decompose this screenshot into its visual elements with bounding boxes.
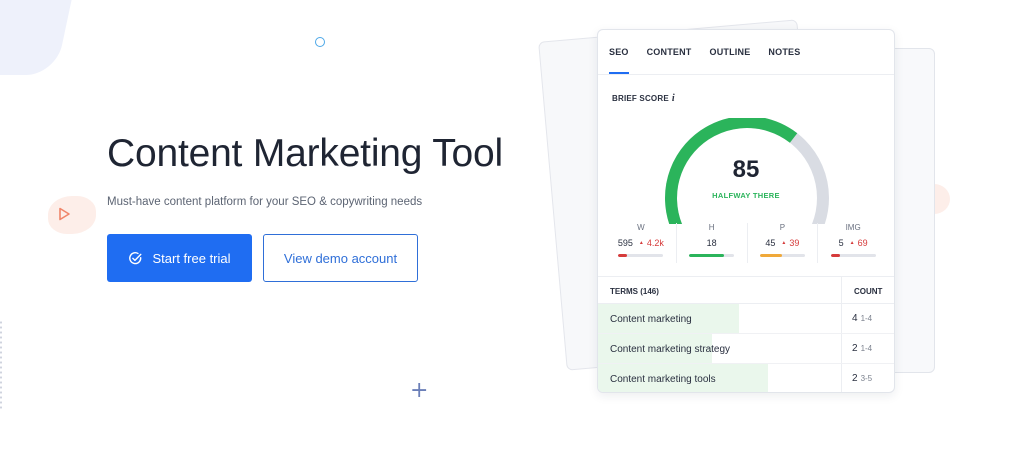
card-tabs: SEO CONTENT OUTLINE NOTES [598,30,894,75]
check-circle-icon [129,251,142,264]
hero-subtitle: Must-have content platform for your SEO … [107,196,423,208]
metric-words: W 595 4.2k [606,223,677,263]
metric-progress-fill [618,254,628,257]
tab-content[interactable]: CONTENT [647,30,692,74]
terms-table-body: Content marketing 4 1-4 Content marketing… [598,304,894,392]
metric-images: IMG 5 69 [818,223,888,263]
term-name: Content marketing [610,314,692,325]
metric-target: 39 [781,238,799,248]
metric-progress-bar [618,254,664,257]
metric-target: 69 [850,238,868,248]
metric-values: 18 [707,238,717,248]
metric-value: 5 [838,238,844,248]
terms-table-header: TERMS (146) COUNT [598,276,894,304]
metrics-row: W 595 4.2k H 18 P 45 39 IMG 5 [606,223,888,263]
term-name: Content marketing tools [610,374,716,385]
term-count-cell: 4 1-4 [841,304,894,333]
view-demo-account-button[interactable]: View demo account [263,234,418,282]
metric-label: IMG [845,223,861,232]
decorative-corner-shape [0,0,85,75]
score-status: HALFWAY THERE [712,191,780,200]
term-count-cell: 2 1-4 [841,334,894,363]
term-range: 1-4 [860,314,873,323]
tab-outline[interactable]: OUTLINE [710,30,751,74]
term-count: 2 [852,373,858,384]
metric-progress-fill [759,254,783,257]
count-column-header[interactable]: COUNT [841,277,894,303]
brief-score-value: 85 [732,156,760,183]
decorative-dots [0,320,2,410]
play-icon [59,207,70,221]
metric-progress-fill [830,254,840,257]
metric-target: 4.2k [639,238,664,248]
term-count-cell: 2 3-5 [841,364,894,392]
info-icon[interactable]: i [672,93,675,104]
metric-progress-bar [689,254,735,257]
tab-seo[interactable]: SEO [609,30,629,74]
term-count: 4 [852,313,858,324]
hero-title: Content Marketing Tool [107,132,503,175]
brief-score-label: BRIEF SCORE i [612,93,675,104]
metric-paragraphs: P 45 39 [748,223,819,263]
metric-values: 5 69 [839,238,868,248]
metric-progress-fill [689,254,725,257]
start-free-trial-button[interactable]: Start free trial [107,234,252,282]
term-name: Content marketing strategy [610,344,731,355]
tab-notes[interactable]: NOTES [768,30,800,74]
metric-value: 18 [706,238,717,248]
metric-value: 45 [765,238,776,248]
metric-progress-bar [759,254,805,257]
decorative-ring [315,37,325,47]
terms-column-header[interactable]: TERMS (146) [610,287,659,296]
decorative-plus-icon: + [410,378,429,403]
metric-label: P [779,223,786,232]
metric-values: 595 4.2k [618,238,664,248]
metric-headings: H 18 [677,223,748,263]
start-free-trial-label: Start free trial [152,250,231,266]
metric-label: H [708,223,715,232]
metric-label: W [637,223,645,232]
term-range: 1-4 [860,344,873,353]
metric-value: 595 [617,238,633,248]
table-row[interactable]: Content marketing strategy 2 1-4 [598,334,894,364]
term-range: 3-5 [860,374,873,383]
table-row[interactable]: Content marketing tools 2 3-5 [598,364,894,392]
table-row[interactable]: Content marketing 4 1-4 [598,304,894,334]
term-count: 2 [852,343,858,354]
brief-score-text: BRIEF SCORE [612,94,669,103]
metric-values: 45 39 [765,238,799,248]
metric-progress-bar [830,254,876,257]
content-brief-card: SEO CONTENT OUTLINE NOTES BRIEF SCORE i 8… [597,29,895,393]
